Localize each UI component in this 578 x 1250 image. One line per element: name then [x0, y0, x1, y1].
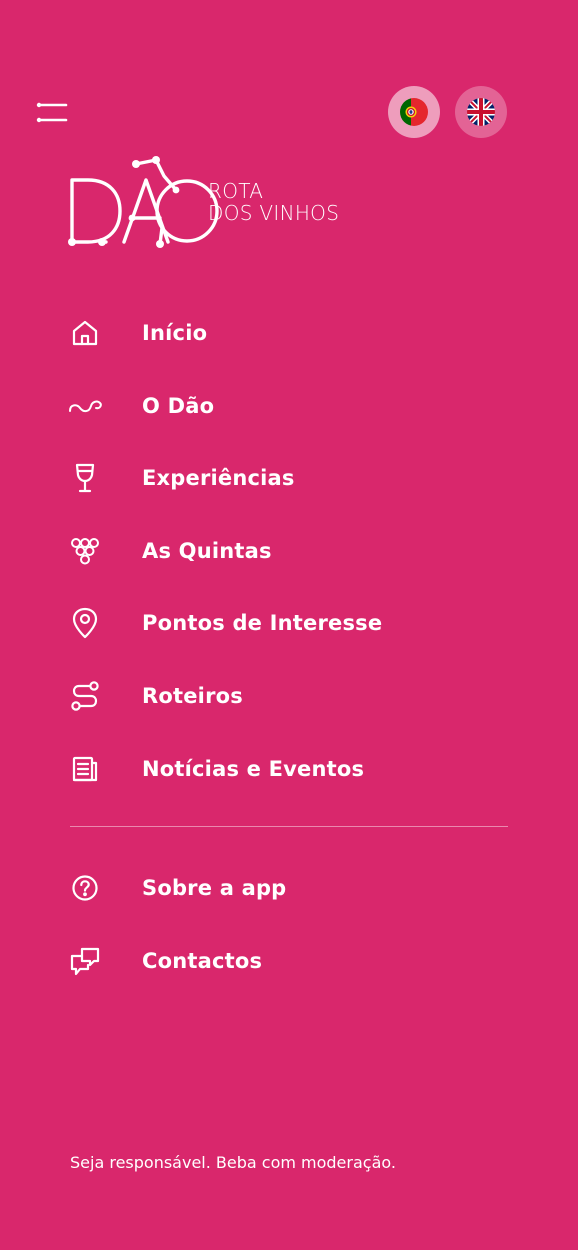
chat-icon	[60, 943, 110, 979]
responsibility-disclaimer: Seja responsável. Beba com moderação.	[70, 1153, 396, 1172]
logo-line2: DOS VINHOS	[208, 201, 340, 225]
menu-item-as-quintas[interactable]: As Quintas	[60, 525, 520, 577]
route-icon	[60, 678, 110, 714]
menu-item-label: Contactos	[142, 949, 263, 973]
language-en-button[interactable]	[455, 86, 507, 138]
menu-item-contactos[interactable]: Contactos	[60, 935, 520, 987]
menu-item-label: As Quintas	[142, 539, 272, 563]
menu-item-noticias-e-eventos[interactable]: Notícias e Eventos	[60, 743, 520, 795]
portugal-flag-icon	[400, 98, 428, 126]
news-icon	[60, 751, 110, 787]
menu-item-sobre-a-app[interactable]: Sobre a app	[60, 862, 520, 914]
menu-item-label: Roteiros	[142, 684, 243, 708]
map-pin-icon	[60, 605, 110, 641]
help-circle-icon	[60, 870, 110, 906]
menu-divider	[70, 826, 508, 827]
logo-wordmark: ROTA DOS VINHOS	[208, 180, 339, 224]
language-pt-button[interactable]	[388, 86, 440, 138]
menu-item-pontos-de-interesse[interactable]: Pontos de Interesse	[60, 597, 520, 649]
river-icon	[60, 388, 110, 424]
menu-item-label: Pontos de Interesse	[142, 611, 383, 635]
menu-item-label: Sobre a app	[142, 876, 287, 900]
home-icon	[60, 315, 110, 351]
menu-item-label: O Dão	[142, 394, 215, 418]
hamburger-icon	[36, 102, 68, 123]
menu-item-label: Experiências	[142, 466, 295, 490]
menu-toggle-button[interactable]	[36, 102, 68, 124]
menu-item-inicio[interactable]: Início	[60, 307, 520, 359]
wine-glass-icon	[60, 460, 110, 496]
menu-item-roteiros[interactable]: Roteiros	[60, 670, 520, 722]
logo-line1: ROTA	[208, 179, 264, 203]
uk-flag-icon	[467, 98, 495, 126]
menu-item-o-dao[interactable]: O Dão	[60, 380, 520, 432]
menu-item-label: Notícias e Eventos	[142, 757, 365, 781]
grapes-icon	[60, 533, 110, 569]
menu-item-label: Início	[142, 321, 208, 345]
menu-item-experiencias[interactable]: Experiências	[60, 452, 520, 504]
